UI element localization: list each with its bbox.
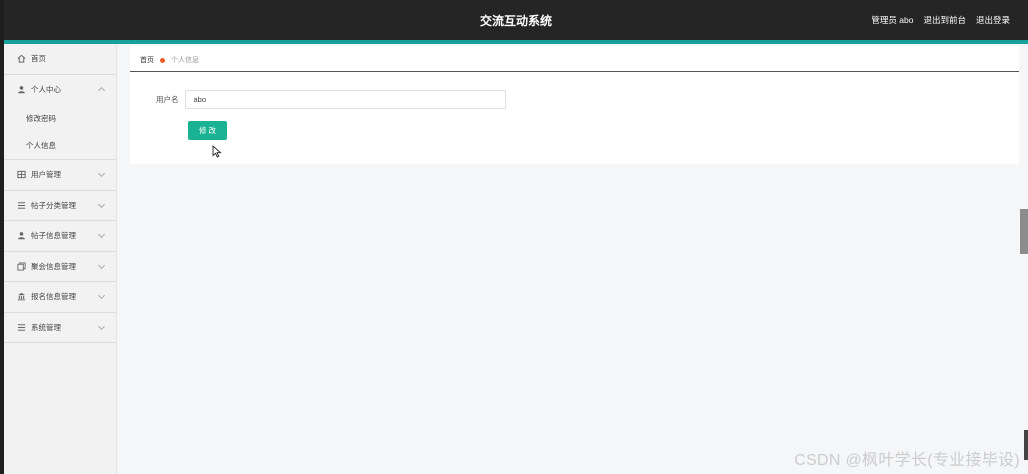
sidebar-item-label: 个人中心	[31, 85, 61, 95]
top-bar: 交流互动系统 管理员 abo 退出到前台 退出登录	[4, 0, 1028, 40]
watermark-text: CSDN @枫叶学长(专业接毕设)	[794, 452, 1020, 469]
chevron-down-icon	[97, 291, 106, 300]
mouse-pointer-icon	[212, 144, 222, 160]
user-icon	[17, 85, 26, 94]
sidebar-item-label: 首页	[31, 54, 46, 64]
grid-icon	[17, 170, 26, 179]
chevron-up-icon	[97, 86, 106, 94]
breadcrumb-separator-dot	[160, 57, 165, 63]
chevron-down-icon	[97, 261, 106, 269]
username-form-row: 用户名	[156, 90, 506, 109]
chevron-down-icon	[97, 169, 106, 178]
sidebar-group-personal: 个人中心 修改密码 个人信息	[4, 75, 116, 160]
exit-to-frontend-link[interactable]: 退出到前台	[923, 14, 966, 26]
username-input[interactable]	[184, 90, 506, 109]
list-icon	[17, 201, 26, 210]
sidebar-subitem-change-password[interactable]: 修改密码	[4, 105, 116, 132]
accent-bar	[4, 40, 1028, 44]
sidebar-item-user-management[interactable]: 用户管理	[4, 160, 116, 191]
logout-link[interactable]: 退出登录	[976, 14, 1010, 26]
sidebar-item-gathering-info[interactable]: 聚会信息管理	[4, 252, 116, 282]
breadcrumb-divider	[130, 71, 1019, 72]
home-icon	[17, 54, 26, 63]
sidebar-item-label: 帖子分类管理	[31, 200, 76, 210]
chevron-down-icon	[97, 322, 106, 330]
sidebar: 首页 个人中心 修改密码 个人信息 用户管理 帖子分类管理 帖子信息管理 聚会信…	[4, 44, 117, 474]
sidebar-item-post-category[interactable]: 帖子分类管理	[4, 191, 116, 221]
chevron-down-icon	[97, 230, 106, 239]
breadcrumb: 首页 个人信息	[140, 55, 199, 65]
chevron-down-icon	[97, 200, 106, 208]
content-panel: 首页 个人信息 用户名 修 改	[130, 46, 1019, 164]
sidebar-item-label: 用户管理	[31, 170, 61, 180]
sidebar-item-label: 系统管理	[31, 322, 61, 332]
sidebar-item-personal-center[interactable]: 个人中心	[4, 75, 116, 106]
scrollbar-thumb[interactable]	[1020, 209, 1028, 254]
admin-user-label: 管理员 abo	[871, 15, 914, 25]
sidebar-item-label: 帖子信息管理	[31, 231, 76, 241]
sidebar-subitem-personal-info[interactable]: 个人信息	[4, 132, 116, 159]
sidebar-item-post-info[interactable]: 帖子信息管理	[4, 221, 116, 252]
username-label: 用户名	[156, 95, 179, 104]
breadcrumb-current: 个人信息	[171, 57, 199, 64]
sidebar-item-home[interactable]: 首页	[4, 44, 116, 75]
bank-icon	[17, 292, 26, 301]
window-edge	[1024, 430, 1028, 460]
modify-button[interactable]: 修 改	[188, 121, 227, 140]
sidebar-item-label: 聚会信息管理	[31, 261, 76, 271]
header-actions: 管理员 abo 退出到前台 退出登录	[871, 14, 1010, 26]
user-icon	[17, 231, 26, 240]
app-window: 交流互动系统 管理员 abo 退出到前台 退出登录 首页 个人中心 修改密码 个…	[4, 0, 1028, 474]
list-icon	[17, 323, 26, 332]
breadcrumb-home[interactable]: 首页	[140, 55, 154, 65]
sidebar-item-signup-info[interactable]: 报名信息管理	[4, 282, 116, 313]
sidebar-item-label: 报名信息管理	[31, 292, 76, 302]
sidebar-item-system-management[interactable]: 系统管理	[4, 313, 116, 343]
copy-icon	[17, 262, 26, 271]
